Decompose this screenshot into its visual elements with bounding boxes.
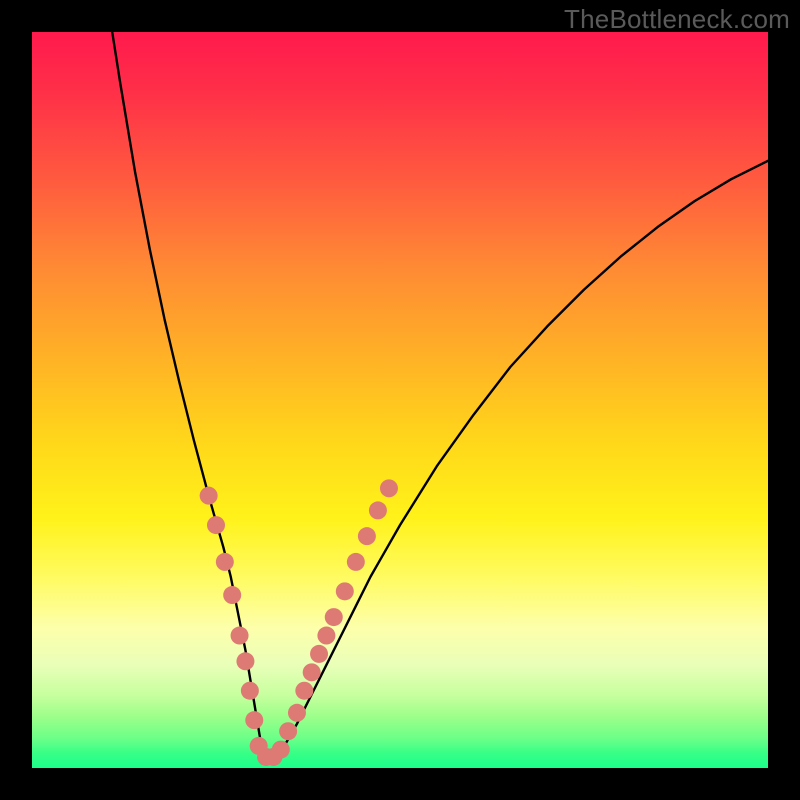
curve-marker-dot [295, 682, 313, 700]
curve-marker-dot [303, 663, 321, 681]
curve-marker-dot [236, 652, 254, 670]
curve-marker-dot [336, 582, 354, 600]
curve-marker-dot [317, 627, 335, 645]
chart-svg [32, 32, 768, 768]
curve-marker-dot [272, 741, 290, 759]
curve-marker-dot [288, 704, 306, 722]
chart-frame: TheBottleneck.com [0, 0, 800, 800]
curve-marker-dot [279, 722, 297, 740]
curve-marker-dot [200, 487, 218, 505]
curve-marker-dot [231, 627, 249, 645]
curve-marker-dot [216, 553, 234, 571]
curve-marker-dot [325, 608, 343, 626]
curve-marker-dot [347, 553, 365, 571]
plot-area [32, 32, 768, 768]
curve-marker-dot [241, 682, 259, 700]
curve-marker-dot [380, 479, 398, 497]
bottleneck-curve [112, 32, 768, 757]
curve-marker-dot [369, 501, 387, 519]
curve-marker-dot [245, 711, 263, 729]
curve-marker-dot [358, 527, 376, 545]
curve-marker-group [200, 479, 398, 766]
watermark-label: TheBottleneck.com [564, 4, 790, 35]
curve-marker-dot [310, 645, 328, 663]
curve-marker-dot [223, 586, 241, 604]
curve-marker-dot [207, 516, 225, 534]
